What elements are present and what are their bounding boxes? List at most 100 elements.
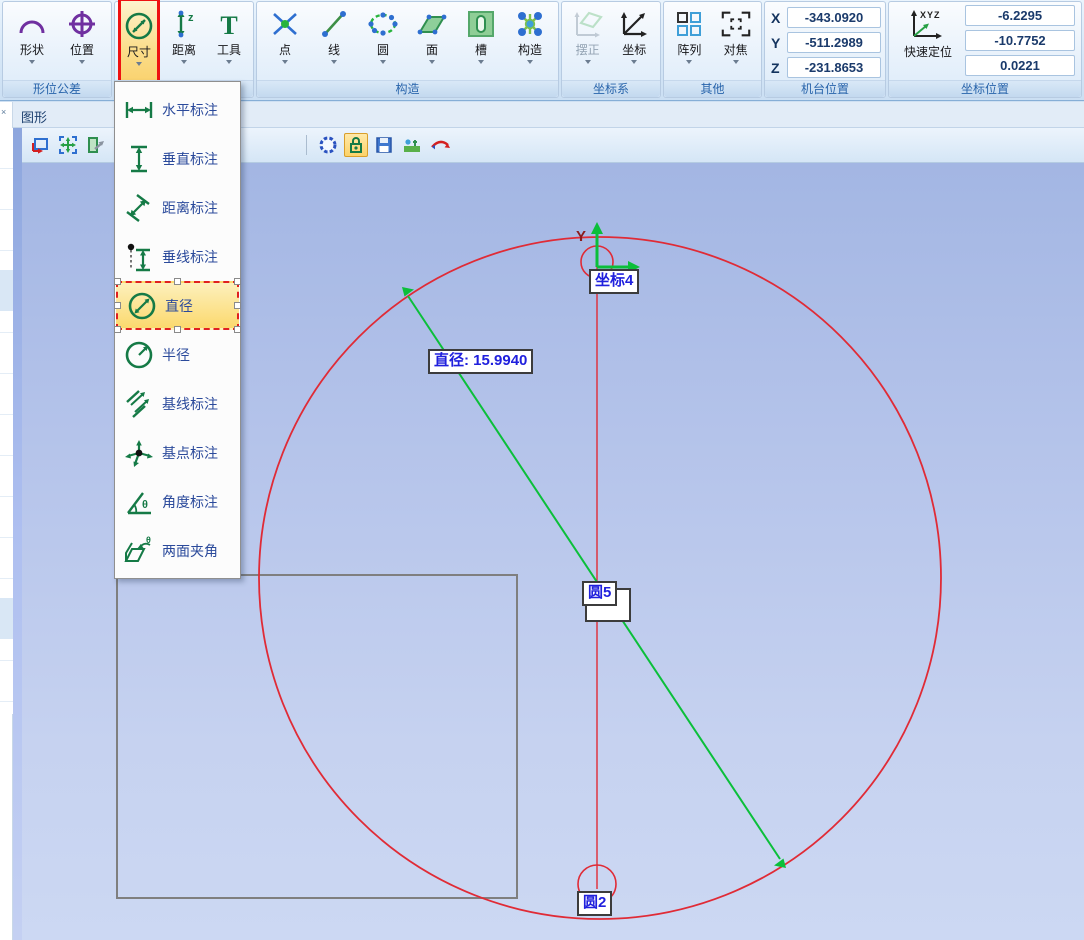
align-button: 摆正 bbox=[567, 2, 609, 64]
point-button[interactable]: 点 bbox=[264, 2, 306, 64]
vertical-dimension-icon bbox=[122, 142, 156, 176]
quick-position-xyz-icon: XYZ bbox=[904, 6, 952, 42]
group-label: 形位公差 bbox=[3, 80, 111, 97]
selection-handle bbox=[234, 302, 241, 309]
plane-icon bbox=[415, 7, 449, 41]
rotate-view-button[interactable] bbox=[428, 133, 452, 157]
probe-circle-button[interactable] bbox=[316, 133, 340, 157]
distance-button[interactable]: z 距离 bbox=[163, 2, 205, 64]
close-icon[interactable]: × bbox=[1, 107, 6, 117]
menu-item-vertical-dimension[interactable]: 垂直标注 bbox=[115, 134, 240, 183]
group-other: 阵列 对焦 其他 bbox=[663, 1, 762, 98]
slot-icon bbox=[464, 7, 498, 41]
toolbar-separator bbox=[306, 135, 307, 155]
dropdown-caret-icon bbox=[226, 60, 232, 64]
group-label: 构造 bbox=[257, 80, 558, 97]
angle-dimension-icon: θ bbox=[122, 485, 156, 519]
group-label: 其他 bbox=[664, 80, 761, 97]
coordinate-button[interactable]: 坐标 bbox=[613, 2, 655, 64]
menu-item-diameter[interactable]: 直径 bbox=[116, 281, 239, 330]
svg-text:θ: θ bbox=[146, 535, 151, 545]
coordinate-axes-icon bbox=[617, 7, 651, 41]
menu-item-angle-dimension[interactable]: θ 角度标注 bbox=[115, 477, 240, 526]
quick-position-button[interactable]: XYZ 快速定位 bbox=[893, 6, 963, 60]
position-tolerance-button[interactable]: 位置 bbox=[61, 2, 103, 64]
tab-graphics[interactable]: 图形 bbox=[21, 107, 47, 126]
zoom-extents-button[interactable] bbox=[56, 133, 80, 157]
machine-y-value: -511.2989 bbox=[787, 32, 881, 53]
group-label: 坐标系 bbox=[562, 80, 660, 97]
menu-item-radius[interactable]: 半径 bbox=[115, 330, 240, 379]
menu-item-basepoint-dimension[interactable]: 基点标注 bbox=[115, 428, 240, 477]
menu-item-dihedral-angle[interactable]: θ 两面夹角 bbox=[115, 526, 240, 575]
group-label: 坐标位置 bbox=[889, 80, 1081, 97]
circle5-label[interactable]: 圆5 bbox=[582, 581, 617, 606]
arc-shape-icon bbox=[15, 7, 49, 41]
diameter-icon bbox=[125, 289, 159, 323]
construct-button[interactable]: 构造 bbox=[509, 2, 551, 64]
scene-view-button[interactable] bbox=[400, 133, 424, 157]
radius-icon bbox=[122, 338, 156, 372]
fit-view-button[interactable] bbox=[28, 133, 52, 157]
dimension-dropdown-menu: 水平标注 垂直标注 距离标注 垂线标注 直径 bbox=[114, 81, 241, 579]
dropdown-caret-icon bbox=[478, 60, 484, 64]
machine-x-value: -343.0920 bbox=[787, 7, 881, 28]
menu-item-distance-dimension[interactable]: 距离标注 bbox=[115, 183, 240, 232]
machine-y-row: Y -511.2989 bbox=[771, 30, 881, 55]
selection-handle bbox=[174, 326, 181, 333]
baseline-dimension-icon bbox=[122, 387, 156, 421]
svg-text:XYZ: XYZ bbox=[920, 10, 941, 20]
basepoint-dimension-icon bbox=[122, 436, 156, 470]
group-label: 机台位置 bbox=[765, 80, 885, 97]
selection-handle bbox=[114, 326, 121, 333]
diameter-dimension-icon bbox=[122, 9, 156, 43]
selection-handle bbox=[174, 278, 181, 285]
group-construct: 点 线 圆 bbox=[256, 1, 559, 98]
tools-t-icon: T bbox=[212, 7, 246, 41]
coord-x-value: -6.2295 bbox=[965, 5, 1075, 26]
tools-button[interactable]: T 工具 bbox=[208, 2, 250, 64]
left-collapsed-panel: × bbox=[0, 102, 13, 940]
dropdown-caret-icon bbox=[29, 60, 35, 64]
export-view-button[interactable] bbox=[84, 133, 108, 157]
cmm-application-window: 形状 位置 形位公差 尺寸 bbox=[0, 0, 1084, 940]
coord-y-value: -10.7752 bbox=[965, 30, 1075, 51]
plane-button[interactable]: 面 bbox=[411, 2, 453, 64]
circle-icon bbox=[366, 7, 400, 41]
menu-item-horizontal-dimension[interactable]: 水平标注 bbox=[115, 85, 240, 134]
perpendicular-dimension-icon bbox=[122, 240, 156, 274]
axis-x-label: X bbox=[771, 10, 787, 26]
lock-view-button[interactable] bbox=[344, 133, 368, 157]
dropdown-caret-icon bbox=[631, 60, 637, 64]
diameter-result-label[interactable]: 直径: 15.9940 bbox=[428, 349, 533, 374]
circle-button[interactable]: 圆 bbox=[362, 2, 404, 64]
machine-x-row: X -343.0920 bbox=[771, 5, 881, 30]
menu-item-baseline-dimension[interactable]: 基线标注 bbox=[115, 379, 240, 428]
left-panel-highlight-row bbox=[0, 598, 13, 639]
array-button[interactable]: 阵列 bbox=[668, 2, 710, 64]
dropdown-caret-icon bbox=[79, 60, 85, 64]
circle2-label[interactable]: 圆2 bbox=[577, 891, 612, 916]
left-panel-highlight-row bbox=[0, 270, 13, 311]
slot-button[interactable]: 槽 bbox=[460, 2, 502, 64]
panel-splitter[interactable] bbox=[13, 128, 22, 940]
dropdown-caret-icon bbox=[282, 60, 288, 64]
dropdown-caret-icon bbox=[331, 60, 337, 64]
point-icon bbox=[268, 7, 302, 41]
align-plane-icon bbox=[571, 7, 605, 41]
construct-molecule-icon bbox=[513, 7, 547, 41]
array-grid-icon bbox=[672, 7, 706, 41]
focus-frame-icon bbox=[719, 7, 753, 41]
horizontal-dimension-icon bbox=[122, 93, 156, 127]
selection-handle bbox=[114, 278, 121, 285]
save-button[interactable] bbox=[372, 133, 396, 157]
line-button[interactable]: 线 bbox=[313, 2, 355, 64]
shape-tolerance-button[interactable]: 形状 bbox=[11, 2, 53, 64]
selection-handle bbox=[114, 302, 121, 309]
line-icon bbox=[317, 7, 351, 41]
dropdown-caret-icon bbox=[686, 60, 692, 64]
coord4-label[interactable]: 坐标4 bbox=[589, 269, 639, 294]
dihedral-angle-icon: θ bbox=[122, 534, 156, 568]
menu-item-perpendicular-dimension[interactable]: 垂线标注 bbox=[115, 232, 240, 281]
focus-button[interactable]: 对焦 bbox=[715, 2, 757, 64]
